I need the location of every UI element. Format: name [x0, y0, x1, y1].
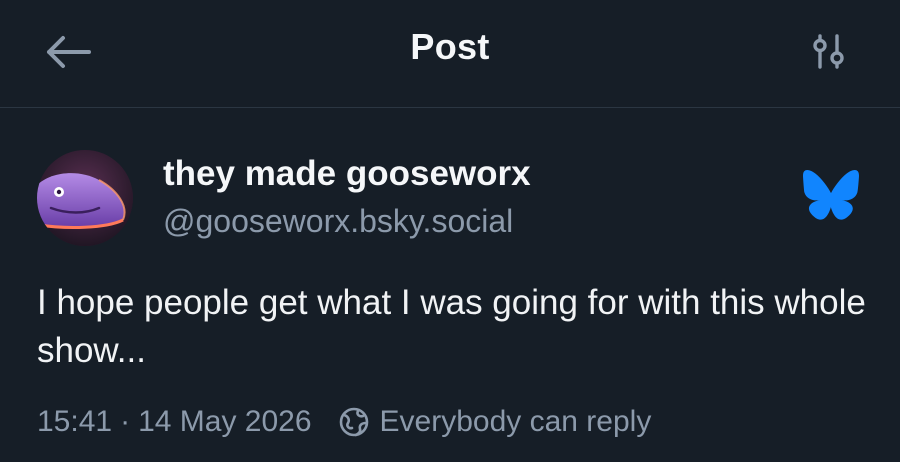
- globe-icon: [339, 407, 368, 437]
- bluesky-butterfly-icon: [803, 170, 859, 220]
- arrow-left-icon: [47, 36, 91, 68]
- sliders-icon: [813, 34, 844, 69]
- post-text: I hope people get what I was going for w…: [37, 283, 866, 370]
- page-title: Post: [410, 26, 490, 67]
- post-time: 15:41: [37, 405, 113, 438]
- post-meta: 15:41 · 14 May 2026 Everybody can reply: [37, 402, 651, 442]
- reply-setting-button[interactable]: Everybody can reply: [338, 405, 652, 439]
- post-date: 14 May 2026: [138, 405, 312, 438]
- post-author: they made gooseworx @gooseworx.bsky.soci…: [37, 150, 863, 250]
- author-handle[interactable]: @gooseworx.bsky.social: [163, 203, 513, 240]
- reply-setting-label: Everybody can reply: [379, 405, 652, 438]
- top-bar: Post: [0, 0, 900, 108]
- back-button[interactable]: [40, 28, 96, 76]
- thread-settings-button[interactable]: [804, 28, 854, 76]
- avatar-image: [37, 150, 133, 246]
- author-display-name[interactable]: they made gooseworx: [163, 154, 531, 194]
- avatar[interactable]: [37, 150, 133, 246]
- meta-separator: ·: [120, 405, 131, 438]
